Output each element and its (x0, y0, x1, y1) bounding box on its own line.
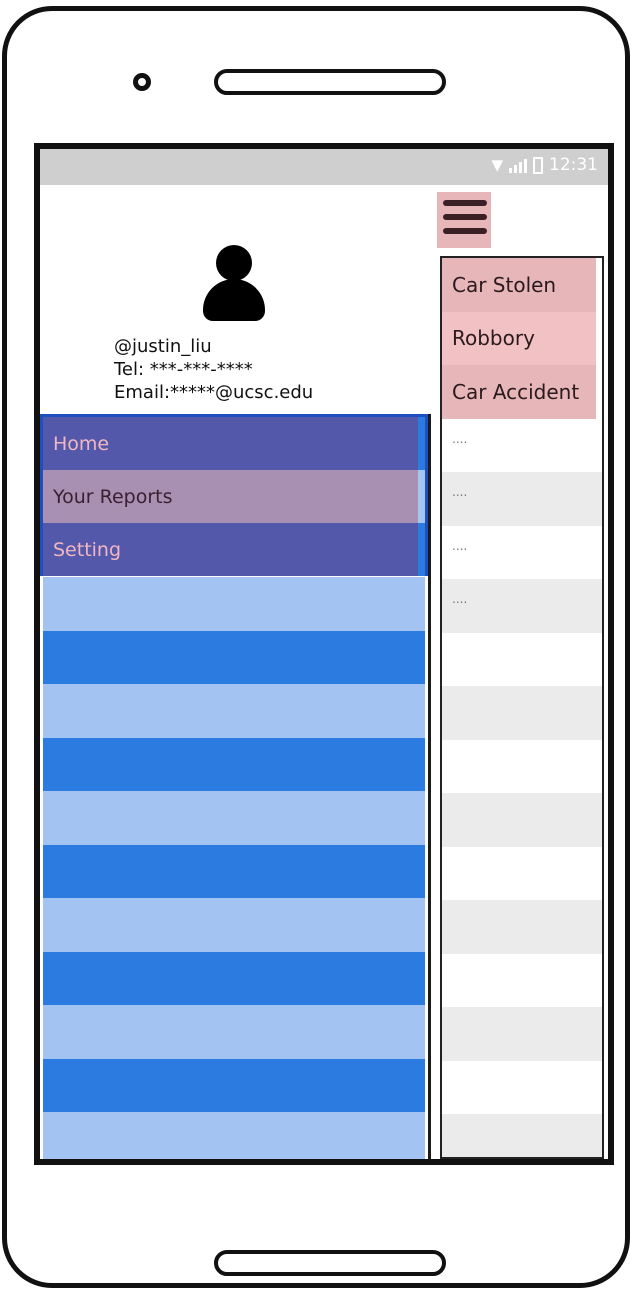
list-item (442, 686, 602, 740)
category-label: Car Accident (452, 379, 580, 404)
navigation-drawer: @justin_liu Tel: ***-***-**** Email:****… (40, 185, 433, 1159)
profile-username: @justin_liu (114, 336, 212, 357)
list-item (442, 793, 602, 847)
drawer-row (43, 684, 425, 738)
drawer-empty-rows (43, 577, 425, 1159)
drawer-row (43, 630, 425, 684)
drawer-item-home[interactable]: Home (43, 417, 425, 470)
list-item (442, 847, 602, 901)
profile-info: @justin_liu Tel: ***-***-**** Email:****… (114, 335, 313, 404)
list-item (442, 633, 602, 687)
list-item[interactable]: .... (442, 419, 602, 473)
list-item (442, 900, 602, 954)
drawer-item-label: Setting (53, 538, 122, 561)
category-label: Robbory (452, 326, 535, 351)
drawer-row (43, 737, 425, 791)
wifi-icon: ▼ (491, 156, 503, 174)
list-item[interactable]: .... (442, 472, 602, 526)
camera-icon (133, 73, 151, 91)
drawer-item-label: Home (53, 432, 110, 455)
drawer-item-your-reports[interactable]: Your Reports (43, 470, 425, 523)
list-item (442, 740, 602, 794)
list-item (442, 1007, 602, 1061)
hamburger-menu-icon[interactable] (437, 192, 491, 248)
list-item[interactable]: .... (442, 579, 602, 633)
drawer-row (43, 951, 425, 1005)
drawer-row (43, 844, 425, 898)
drawer-row (43, 1112, 425, 1159)
drawer-divider (428, 414, 431, 1159)
list-item (442, 1114, 602, 1157)
user-avatar-icon (203, 245, 265, 321)
home-button[interactable] (214, 1250, 446, 1276)
list-item[interactable]: .... (442, 526, 602, 580)
phone-screen: ▼ 12:31 Car Stolen Robbory Car Accident … (34, 143, 614, 1165)
drawer-row (43, 898, 425, 952)
drawer-row (43, 1005, 425, 1059)
profile-email: Email:*****@ucsc.edu (114, 382, 314, 403)
status-time: 12:31 (549, 155, 598, 175)
drawer-row (43, 577, 425, 631)
category-robbory[interactable]: Robbory (442, 311, 596, 365)
drawer-item-label: Your Reports (53, 485, 173, 508)
report-list: Car Stolen Robbory Car Accident .... ...… (440, 256, 604, 1159)
status-indicators: ▼ 12:31 (491, 155, 598, 175)
speaker-grille (214, 69, 446, 95)
profile-tel: Tel: ***-***-**** (114, 359, 253, 380)
drawer-row (43, 791, 425, 845)
drawer-row (43, 1058, 425, 1112)
list-item (442, 954, 602, 1008)
battery-icon (533, 156, 543, 174)
profile-header: @justin_liu Tel: ***-***-**** Email:****… (40, 185, 433, 414)
drawer-menu: Home Your Reports Setting (40, 414, 428, 576)
list-item (442, 1061, 602, 1115)
signal-icon (509, 157, 527, 173)
category-car-stolen[interactable]: Car Stolen (442, 258, 596, 312)
drawer-item-setting[interactable]: Setting (43, 523, 425, 576)
category-label: Car Stolen (452, 272, 557, 297)
status-bar: ▼ 12:31 (40, 149, 608, 185)
category-car-accident[interactable]: Car Accident (442, 365, 596, 419)
